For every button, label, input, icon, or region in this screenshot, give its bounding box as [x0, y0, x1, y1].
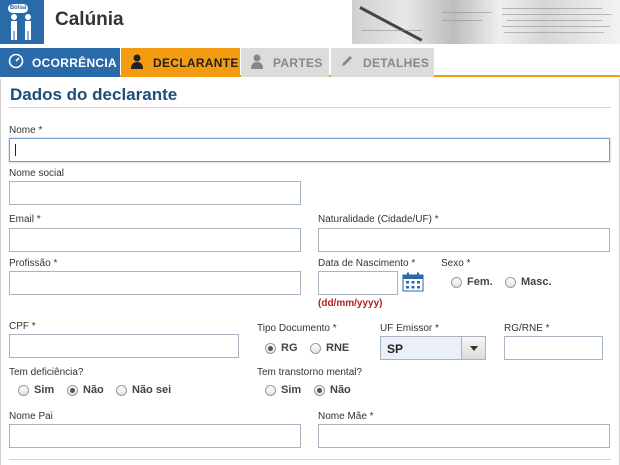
tipo-documento-rne-radio[interactable]: RNE — [310, 342, 349, 354]
logo-speech-bubble: Bolsa — [8, 4, 28, 13]
transtorno-label: Tem transtorno mental? — [257, 367, 363, 378]
nome-pai-input[interactable] — [9, 424, 301, 448]
transtorno-sim-label: Sim — [281, 384, 302, 396]
chevron-down-icon[interactable] — [461, 337, 485, 359]
radio-circle-selected — [314, 384, 325, 396]
profissao-input[interactable] — [9, 271, 301, 295]
radio-circle-selected — [265, 342, 276, 354]
radio-circle — [505, 276, 516, 288]
tab-declarante-label: DECLARANTE — [153, 55, 239, 70]
nome-social-label: Nome social — [9, 168, 65, 179]
naturalidade-input[interactable] — [318, 228, 610, 252]
rg-rne-label: RG/RNE * — [504, 323, 550, 334]
naturalidade-label: Naturalidade (Cidade/UF) * — [318, 214, 439, 225]
uf-emissor-label: UF Emissor * — [380, 323, 439, 334]
app-logo: Bolsa — [0, 0, 44, 44]
section-divider — [9, 107, 611, 108]
transtorno-sim-radio[interactable]: Sim — [265, 384, 301, 396]
radio-circle — [265, 384, 276, 396]
tipo-documento-rg-label: RG — [281, 342, 298, 354]
radio-circle — [310, 342, 321, 354]
dashboard-gauge-icon — [8, 53, 24, 72]
email-label: Email * — [9, 214, 41, 225]
radio-circle — [451, 276, 462, 288]
uf-emissor-select[interactable]: SP — [380, 336, 486, 360]
tab-ocorrencia[interactable]: OCORRÊNCIA — [0, 48, 120, 77]
text-caret — [15, 144, 16, 156]
tipo-documento-label: Tipo Documento * — [257, 323, 337, 334]
tab-ocorrencia-label: OCORRÊNCIA — [32, 55, 118, 70]
email-input[interactable] — [9, 228, 301, 252]
nome-label: Nome * — [9, 125, 43, 136]
uf-emissor-value: SP — [387, 342, 404, 356]
transtorno-nao-label: Não — [330, 384, 351, 396]
user-icon — [249, 53, 265, 72]
rg-rne-input[interactable] — [504, 336, 603, 360]
radio-circle — [116, 384, 127, 396]
deficiencia-nao-label: Não — [83, 384, 104, 396]
nome-input[interactable] — [9, 138, 610, 162]
header-banner-image — [352, 0, 620, 44]
tipo-documento-rg-radio[interactable]: RG — [265, 342, 298, 354]
radio-circle-selected — [67, 384, 78, 396]
data-nascimento-label: Data de Nascimento * — [318, 258, 416, 269]
nome-social-input[interactable] — [9, 181, 301, 205]
pencil-icon — [339, 53, 355, 72]
section-title: Dados do declarante — [10, 85, 178, 104]
nome-pai-label: Nome Pai — [9, 411, 53, 422]
tipo-documento-rne-label: RNE — [326, 342, 350, 354]
sexo-masc-radio[interactable]: Masc. — [505, 276, 552, 288]
app-title: Calúnia — [55, 9, 124, 30]
radio-circle — [18, 384, 29, 396]
deficiencia-nao-sei-radio[interactable]: Não sei — [116, 384, 171, 396]
sexo-masc-label: Masc. — [521, 276, 552, 288]
nome-mae-input[interactable] — [318, 424, 610, 448]
transtorno-nao-radio[interactable]: Não — [314, 384, 351, 396]
tab-partes[interactable]: PARTES — [241, 48, 329, 77]
bottom-divider — [9, 459, 611, 460]
profissao-label: Profissão * — [9, 258, 58, 269]
app-header: Bolsa Calúnia — [0, 0, 620, 45]
people-icon — [11, 14, 31, 40]
deficiencia-nao-sei-label: Não sei — [132, 384, 172, 396]
data-nascimento-input[interactable] — [318, 271, 398, 295]
user-icon — [129, 53, 145, 72]
tab-partes-label: PARTES — [273, 55, 323, 70]
sexo-fem-label: Fem. — [467, 276, 493, 288]
calendar-icon[interactable] — [402, 272, 424, 292]
deficiencia-nao-radio[interactable]: Não — [67, 384, 104, 396]
deficiencia-sim-radio[interactable]: Sim — [18, 384, 54, 396]
deficiencia-sim-label: Sim — [34, 384, 55, 396]
cpf-input[interactable] — [9, 334, 239, 358]
sexo-fem-radio[interactable]: Fem. — [451, 276, 493, 288]
tab-declarante[interactable]: DECLARANTE — [121, 48, 240, 77]
sexo-label: Sexo * — [441, 258, 471, 269]
tab-detalhes-label: DETALHES — [363, 55, 430, 70]
deficiencia-label: Tem deficiência? — [9, 367, 84, 378]
nome-mae-label: Nome Mãe * — [318, 411, 374, 422]
tab-detalhes[interactable]: DETALHES — [331, 48, 434, 77]
tab-bar: OCORRÊNCIA DECLARANTE PARTES DETALHES — [0, 48, 620, 77]
date-format-hint: (dd/mm/yyyy) — [318, 298, 383, 309]
cpf-label: CPF * — [9, 321, 36, 332]
